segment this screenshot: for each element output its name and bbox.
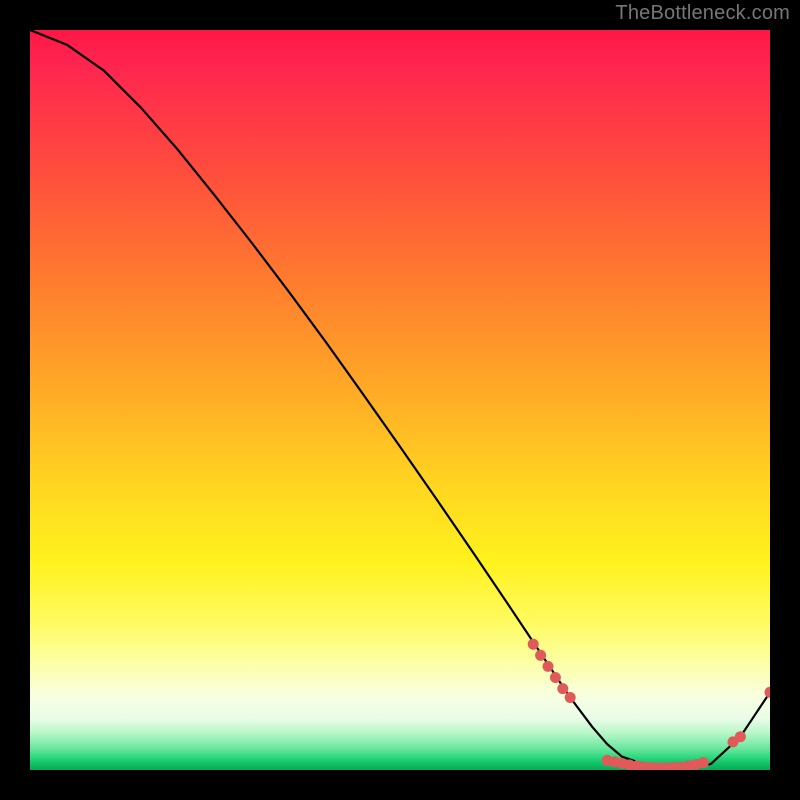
data-point xyxy=(535,650,546,661)
data-point xyxy=(565,692,576,703)
data-point xyxy=(550,672,561,683)
bottleneck-curve xyxy=(30,30,770,769)
chart-overlay-svg xyxy=(30,30,770,770)
data-point xyxy=(543,661,554,672)
data-point xyxy=(765,687,771,698)
data-point xyxy=(698,757,709,768)
attribution-label: TheBottleneck.com xyxy=(615,2,790,25)
data-point xyxy=(557,683,568,694)
data-point xyxy=(735,731,746,742)
data-point xyxy=(528,639,539,650)
bottleneck-chart-page: { "attribution": "TheBottleneck.com", "c… xyxy=(0,0,800,800)
data-point-dots xyxy=(528,639,770,770)
